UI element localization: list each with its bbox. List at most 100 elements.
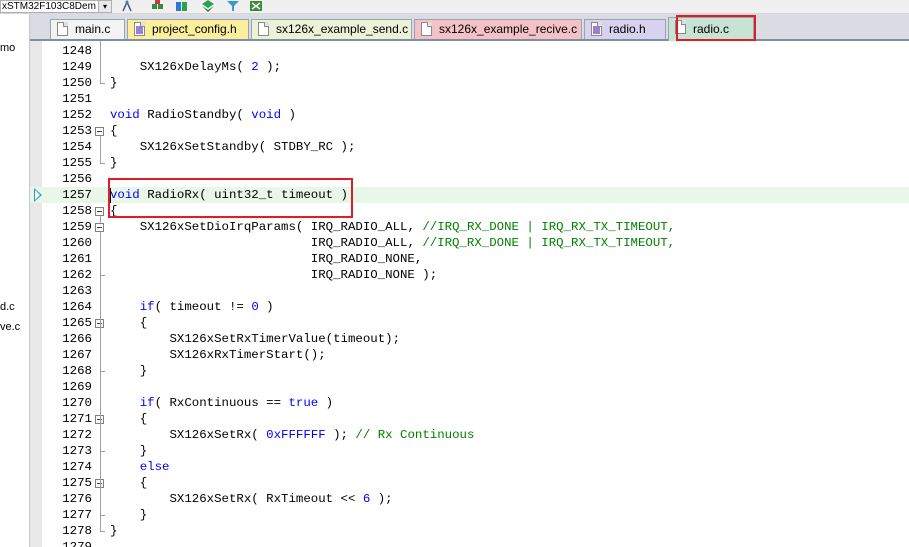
code-text[interactable]: } [110,155,117,171]
select-packs-icon[interactable] [226,0,240,12]
code-text[interactable]: SX126xSetRxTimerValue(timeout); [110,331,401,347]
chevron-down-icon[interactable]: ▾ [98,1,111,12]
code-line[interactable]: 1277 } [30,507,909,523]
code-line[interactable]: 1263 [30,283,909,299]
manage-components-icon[interactable] [151,0,165,12]
code-line[interactable]: 1262 IRQ_RADIO_NONE ); [30,267,909,283]
tab-radio-c[interactable]: radio.c [668,17,754,41]
debug-settings-icon[interactable] [249,0,263,12]
h-file-icon [591,22,602,36]
fold-guide [100,232,101,275]
code-text[interactable]: SX126xSetRx( RxTimeout << 6 ); [110,491,393,507]
code-line[interactable]: 1264 if( timeout != 0 ) [30,299,909,315]
code-text[interactable]: { [110,475,147,491]
line-number: 1259 [62,220,92,234]
code-text[interactable]: } [110,363,147,379]
code-text[interactable]: if( timeout != 0 ) [110,299,274,315]
code-line[interactable]: 1259 SX126xSetDioIrqParams( IRQ_RADIO_AL… [30,219,909,235]
fold-toggle-icon[interactable] [95,207,104,216]
code-text[interactable]: IRQ_RADIO_ALL, //IRQ_RX_DONE | IRQ_RX_TX… [110,235,675,251]
code-line[interactable]: 1275 { [30,475,909,491]
line-number: 1265 [62,316,92,330]
project-tree-item[interactable]: mo [0,42,15,54]
code-line[interactable]: 1260 IRQ_RADIO_ALL, //IRQ_RX_DONE | IRQ_… [30,235,909,251]
code-line[interactable]: 1274 else [30,459,909,475]
code-line[interactable]: 1271 { [30,411,909,427]
line-number: 1275 [62,476,92,490]
c-file-icon [675,20,686,34]
code-line[interactable]: 1279 [30,539,909,547]
code-text[interactable]: } [110,507,147,523]
line-number: 1251 [62,92,92,106]
options-for-target-icon[interactable] [120,0,134,12]
line-number: 1267 [62,348,92,362]
code-editor[interactable]: 1248 1249 SX126xDelayMs( 2 ); 1250} 1251 125… [30,41,909,547]
manage-books-icon[interactable] [175,0,189,12]
code-line[interactable]: 1256 [30,171,909,187]
code-text[interactable]: void RadioStandby( void ) [110,107,296,123]
code-line[interactable]: 1265 { [30,315,909,331]
text-caret [110,188,111,203]
tab-radio-h[interactable]: radio.h [584,19,666,39]
pack-installer-icon[interactable] [201,0,215,12]
code-line[interactable]: 1251 [30,91,909,107]
project-tree-item[interactable]: d.c [0,301,15,313]
fold-toggle-icon[interactable] [95,223,104,232]
code-text[interactable]: SX126xSetRx( 0xFFFFFF ); // Rx Continuou… [110,427,475,443]
c-file-icon [421,22,432,36]
code-text[interactable]: { [110,203,117,219]
code-text[interactable]: SX126xDelayMs( 2 ); [110,59,281,75]
code-line[interactable]: 1250} [30,75,909,91]
code-text[interactable]: IRQ_RADIO_NONE, [110,251,423,267]
tab-sx126x-example-send-c[interactable]: sx126x_example_send.c [251,19,412,39]
project-pane: mo d.c ve.c [0,14,30,547]
code-line[interactable]: 1261 IRQ_RADIO_NONE, [30,251,909,267]
code-line[interactable]: 1272 SX126xSetRx( 0xFFFFFF ); // Rx Cont… [30,427,909,443]
code-text[interactable]: { [110,123,117,139]
code-text[interactable]: void RadioRx( uint32_t timeout ) [110,187,348,203]
fold-guide [100,163,105,164]
project-tree-item[interactable]: ve.c [0,321,20,333]
code-line[interactable]: 1252 void RadioStandby( void ) [30,107,909,123]
code-line[interactable]: 1266 SX126xSetRxTimerValue(timeout); [30,331,909,347]
code-line[interactable]: 1249 SX126xDelayMs( 2 ); [30,59,909,75]
line-number: 1276 [62,492,92,506]
line-number: 1271 [62,412,92,426]
code-text[interactable]: } [110,443,147,459]
tab-main-c[interactable]: main.c [50,19,125,39]
tab-label: project_config.h [152,22,237,36]
line-number: 1263 [62,284,92,298]
code-line[interactable]: 1270 if( RxContinuous == true ) [30,395,909,411]
code-text[interactable]: } [110,75,117,91]
line-number: 1248 [62,44,92,58]
code-line[interactable]: 1255} [30,155,909,171]
code-text[interactable]: { [110,411,147,427]
code-line[interactable]: 1273 } [30,443,909,459]
line-number: 1264 [62,300,92,314]
tab-label: radio.h [609,22,646,36]
code-line[interactable]: 1248 [30,43,909,59]
code-line[interactable]: 1254 SX126xSetStandby( STDBY_RC ); [30,139,909,155]
tab-sx126x-example-recive-c[interactable]: sx126x_example_recive.c [414,19,582,39]
line-number: 1266 [62,332,92,346]
code-text[interactable]: if( RxContinuous == true ) [110,395,333,411]
code-text[interactable]: { [110,315,147,331]
code-line[interactable]: 1253 { [30,123,909,139]
code-line[interactable]: 1258 { [30,203,909,219]
code-line[interactable]: 1276 SX126xSetRx( RxTimeout << 6 ); [30,491,909,507]
fold-toggle-icon[interactable] [95,127,104,136]
tab-project-config-h[interactable]: project_config.h [127,19,249,39]
target-select[interactable]: xSTM32F103C8Dem ▾ [0,0,112,13]
code-line[interactable]: 1268 } [30,363,909,379]
code-line[interactable]: 1278} [30,523,909,539]
code-line[interactable]: 1269 [30,379,909,395]
code-text[interactable]: IRQ_RADIO_NONE ); [110,267,437,283]
code-text[interactable]: } [110,523,117,539]
code-text[interactable]: SX126xSetDioIrqParams( IRQ_RADIO_ALL, //… [110,219,675,235]
code-text[interactable]: SX126xRxTimerStart(); [110,347,326,363]
line-number: 1268 [62,364,92,378]
code-line[interactable]: 1257 void RadioRx( uint32_t timeout ) [30,187,909,203]
code-text[interactable]: else [110,459,170,475]
code-line[interactable]: 1267 SX126xRxTimerStart(); [30,347,909,363]
code-text[interactable]: SX126xSetStandby( STDBY_RC ); [110,139,356,155]
